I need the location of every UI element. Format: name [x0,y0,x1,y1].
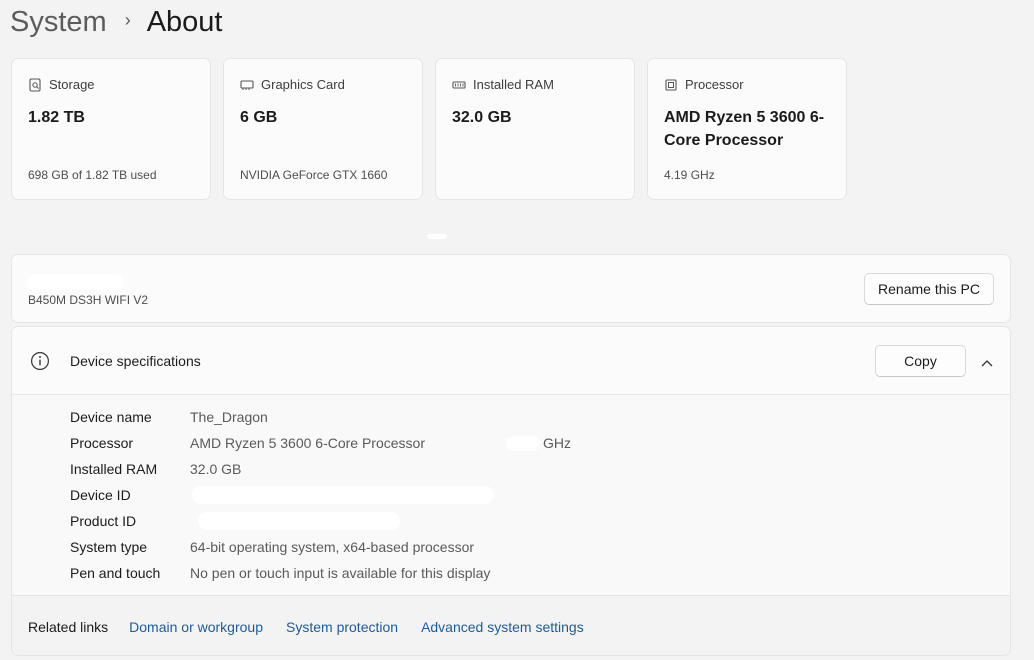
processor-card: Processor AMD Ryzen 5 3600 6-Core Proces… [647,58,847,200]
storage-usage: 698 GB of 1.82 TB used [28,168,157,182]
breadcrumb-system-link[interactable]: System [10,6,107,39]
spec-row-processor: Processor AMD Ryzen 5 3600 6-Core Proces… [70,430,571,456]
ram-card: Installed RAM 32.0 GB [435,58,635,200]
graphics-card-card: Graphics Card 6 GB NVIDIA GeForce GTX 16… [223,58,423,200]
graphics-card-value: 6 GB [240,109,278,126]
spec-row-device-name: Device name The_Dragon [70,404,490,430]
spec-key: Device name [70,409,152,425]
advanced-system-settings-link[interactable]: Advanced system settings [421,619,584,635]
pc-name-redacted [26,274,124,290]
breadcrumb-chevron-icon: › [124,9,131,30]
spec-key: System type [70,539,148,555]
processor-icon [664,78,678,92]
spec-key: Pen and touch [70,565,161,581]
device-specifications-header[interactable]: Device specifications Copy [12,327,1010,395]
processor-value: AMD Ryzen 5 3600 6-Core Processor [664,109,825,149]
spec-rows: Device name The_Dragon Processor AMD Ryz… [70,404,571,586]
spec-row-device-id: Device ID [70,482,494,508]
spec-value: No pen or touch input is available for t… [190,565,491,581]
device-id-redacted [192,486,494,504]
about-page: System › About Storage 1.82 TB 698 GB of… [0,0,1034,660]
domain-or-workgroup-link[interactable]: Domain or workgroup [129,619,263,635]
processor-speed: 4.19 GHz [664,168,715,182]
spec-row-installed-ram: Installed RAM 32.0 GB [70,456,490,482]
ram-icon [452,78,466,92]
graphics-card-model: NVIDIA GeForce GTX 1660 [240,168,388,182]
spec-value: 32.0 GB [190,461,242,477]
spec-value: 64-bit operating system, x64-based proce… [190,539,475,555]
graphics-card-icon [240,78,254,92]
pc-model: B450M DS3H WIFI V2 [28,293,149,307]
system-protection-link[interactable]: System protection [286,619,398,635]
redaction-mark [427,234,447,239]
chevron-up-icon[interactable] [980,355,994,367]
product-id-redacted [198,512,400,530]
redaction-mark [506,436,540,451]
spec-value: The_Dragon [190,409,268,425]
spec-row-system-type: System type 64-bit operating system, x64… [70,534,490,560]
pc-name-panel: B450M DS3H WIFI V2 Rename this PC [11,254,1011,323]
spec-key: Processor [70,435,134,451]
page-title: About [146,5,223,38]
device-specifications-title: Device specifications [70,353,201,369]
spec-row-pen-and-touch: Pen and touch No pen or touch input is a… [70,560,490,586]
related-links-bar: Related links Domain or workgroup System… [12,595,1010,655]
copy-button[interactable]: Copy [875,345,966,377]
info-icon [30,351,50,371]
graphics-card-label: Graphics Card [261,77,345,92]
spec-value-suffix: GHz [543,435,571,451]
rename-pc-button[interactable]: Rename this PC [864,273,994,305]
storage-icon [28,77,42,92]
processor-label: Processor [685,77,744,92]
breadcrumb: System › About [10,2,222,42]
storage-label: Storage [49,77,95,92]
ram-label: Installed RAM [473,77,554,92]
related-links-label: Related links [28,618,109,635]
spec-key: Product ID [70,513,137,529]
ram-value: 32.0 GB [452,109,512,126]
spec-row-product-id: Product ID [70,508,490,534]
spec-key: Installed RAM [70,461,158,477]
device-specifications-panel: Device specifications Copy Device name T… [11,326,1011,656]
storage-value: 1.82 TB [28,109,85,126]
spec-key: Device ID [70,487,131,503]
storage-card: Storage 1.82 TB 698 GB of 1.82 TB used [11,58,211,200]
spec-value: AMD Ryzen 5 3600 6-Core Processor [190,435,425,451]
